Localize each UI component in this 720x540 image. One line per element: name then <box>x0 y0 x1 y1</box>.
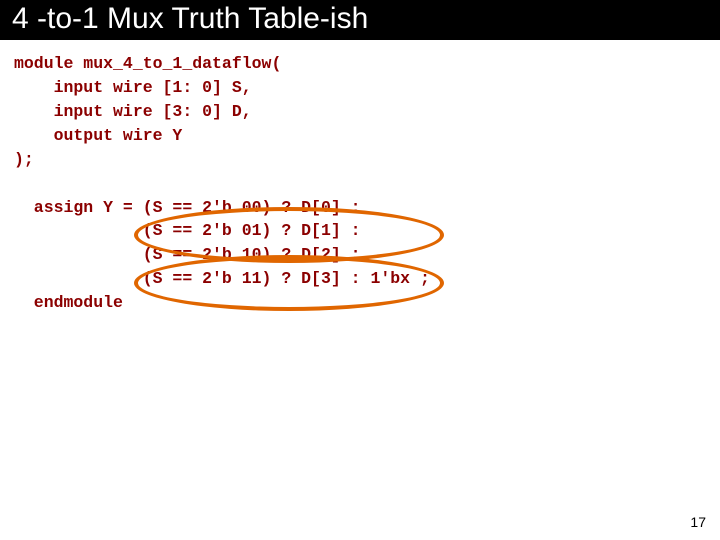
code-line-1: module mux_4_to_1_dataflow( <box>14 54 281 73</box>
code-line-11: endmodule <box>14 293 123 312</box>
code-line-10: (S == 2'b 11) ? D[3] : 1'bx ; <box>14 269 430 288</box>
slide-content: module mux_4_to_1_dataflow( input wire [… <box>0 40 720 327</box>
code-line-9: (S == 2'b 10) ? D[2] : <box>14 245 361 264</box>
code-line-4: output wire Y <box>14 126 182 145</box>
code-block: module mux_4_to_1_dataflow( input wire [… <box>14 52 706 315</box>
code-line-5: ); <box>14 150 34 169</box>
code-line-2: input wire [1: 0] S, <box>14 78 252 97</box>
slide-title-bar: 4 -to-1 Mux Truth Table-ish <box>0 0 720 40</box>
code-wrap: module mux_4_to_1_dataflow( input wire [… <box>14 52 706 315</box>
code-line-8: (S == 2'b 01) ? D[1] : <box>14 221 361 240</box>
page-number: 17 <box>690 514 706 530</box>
code-line-3: input wire [3: 0] D, <box>14 102 252 121</box>
code-line-7: assign Y = (S == 2'b 00) ? D[0] : <box>14 198 361 217</box>
slide-title: 4 -to-1 Mux Truth Table-ish <box>12 2 368 35</box>
